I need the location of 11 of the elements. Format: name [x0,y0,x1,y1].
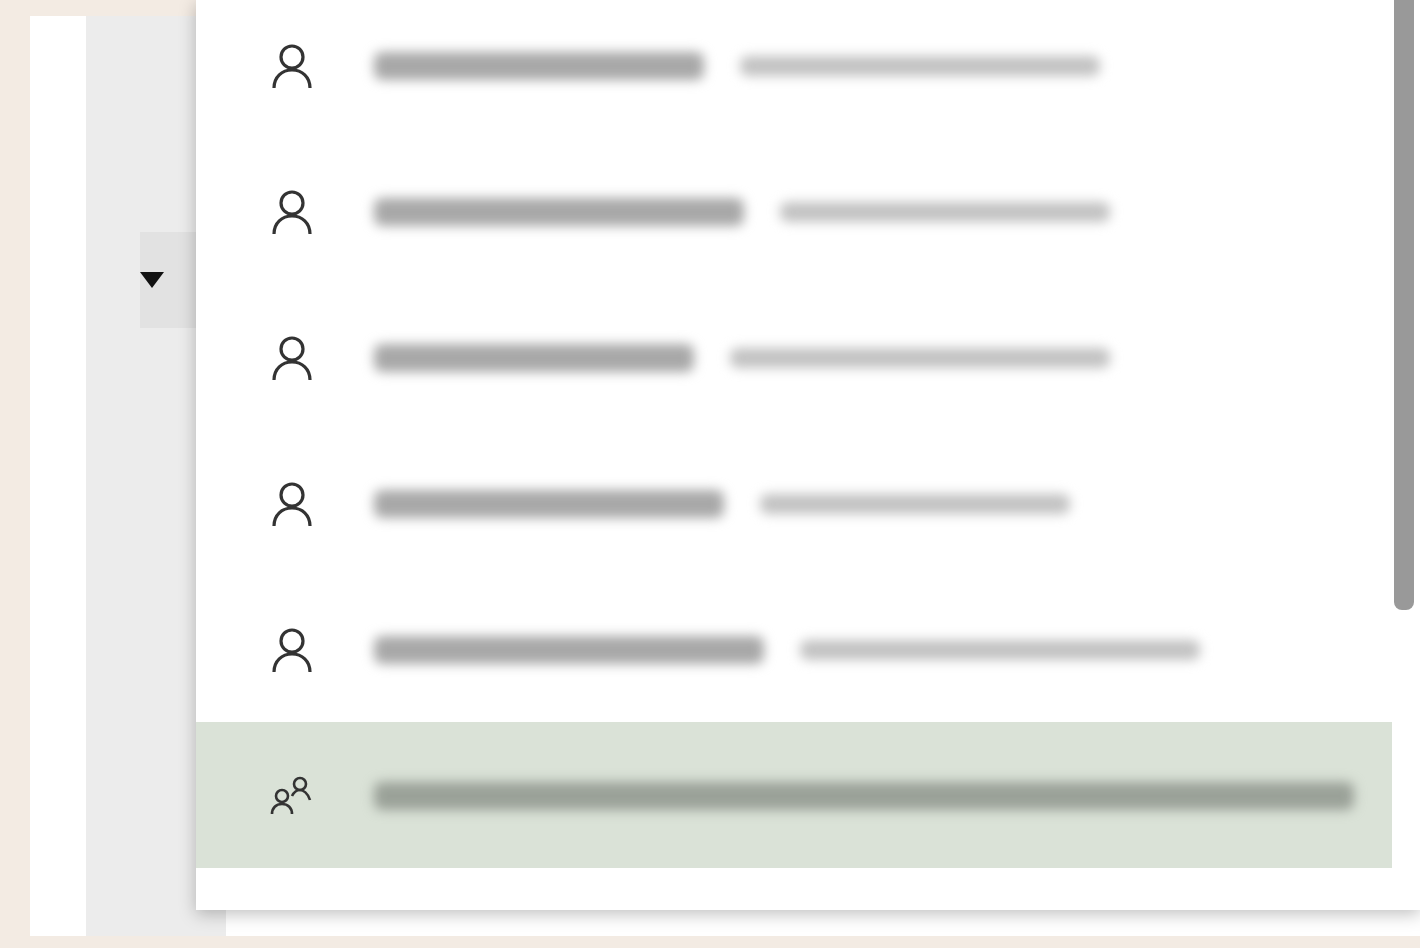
people-list-item[interactable] [196,722,1392,868]
people-icon [270,775,314,815]
person-icon [270,625,314,673]
caret-icon [140,272,164,288]
person-icon [270,41,314,89]
person-icon [270,479,314,527]
people-list-item[interactable] [196,0,1392,138]
person-icon [270,187,314,235]
person-icon [270,333,314,381]
scrollbar-thumb[interactable] [1394,0,1414,610]
dropdown-toggle[interactable] [140,232,200,328]
